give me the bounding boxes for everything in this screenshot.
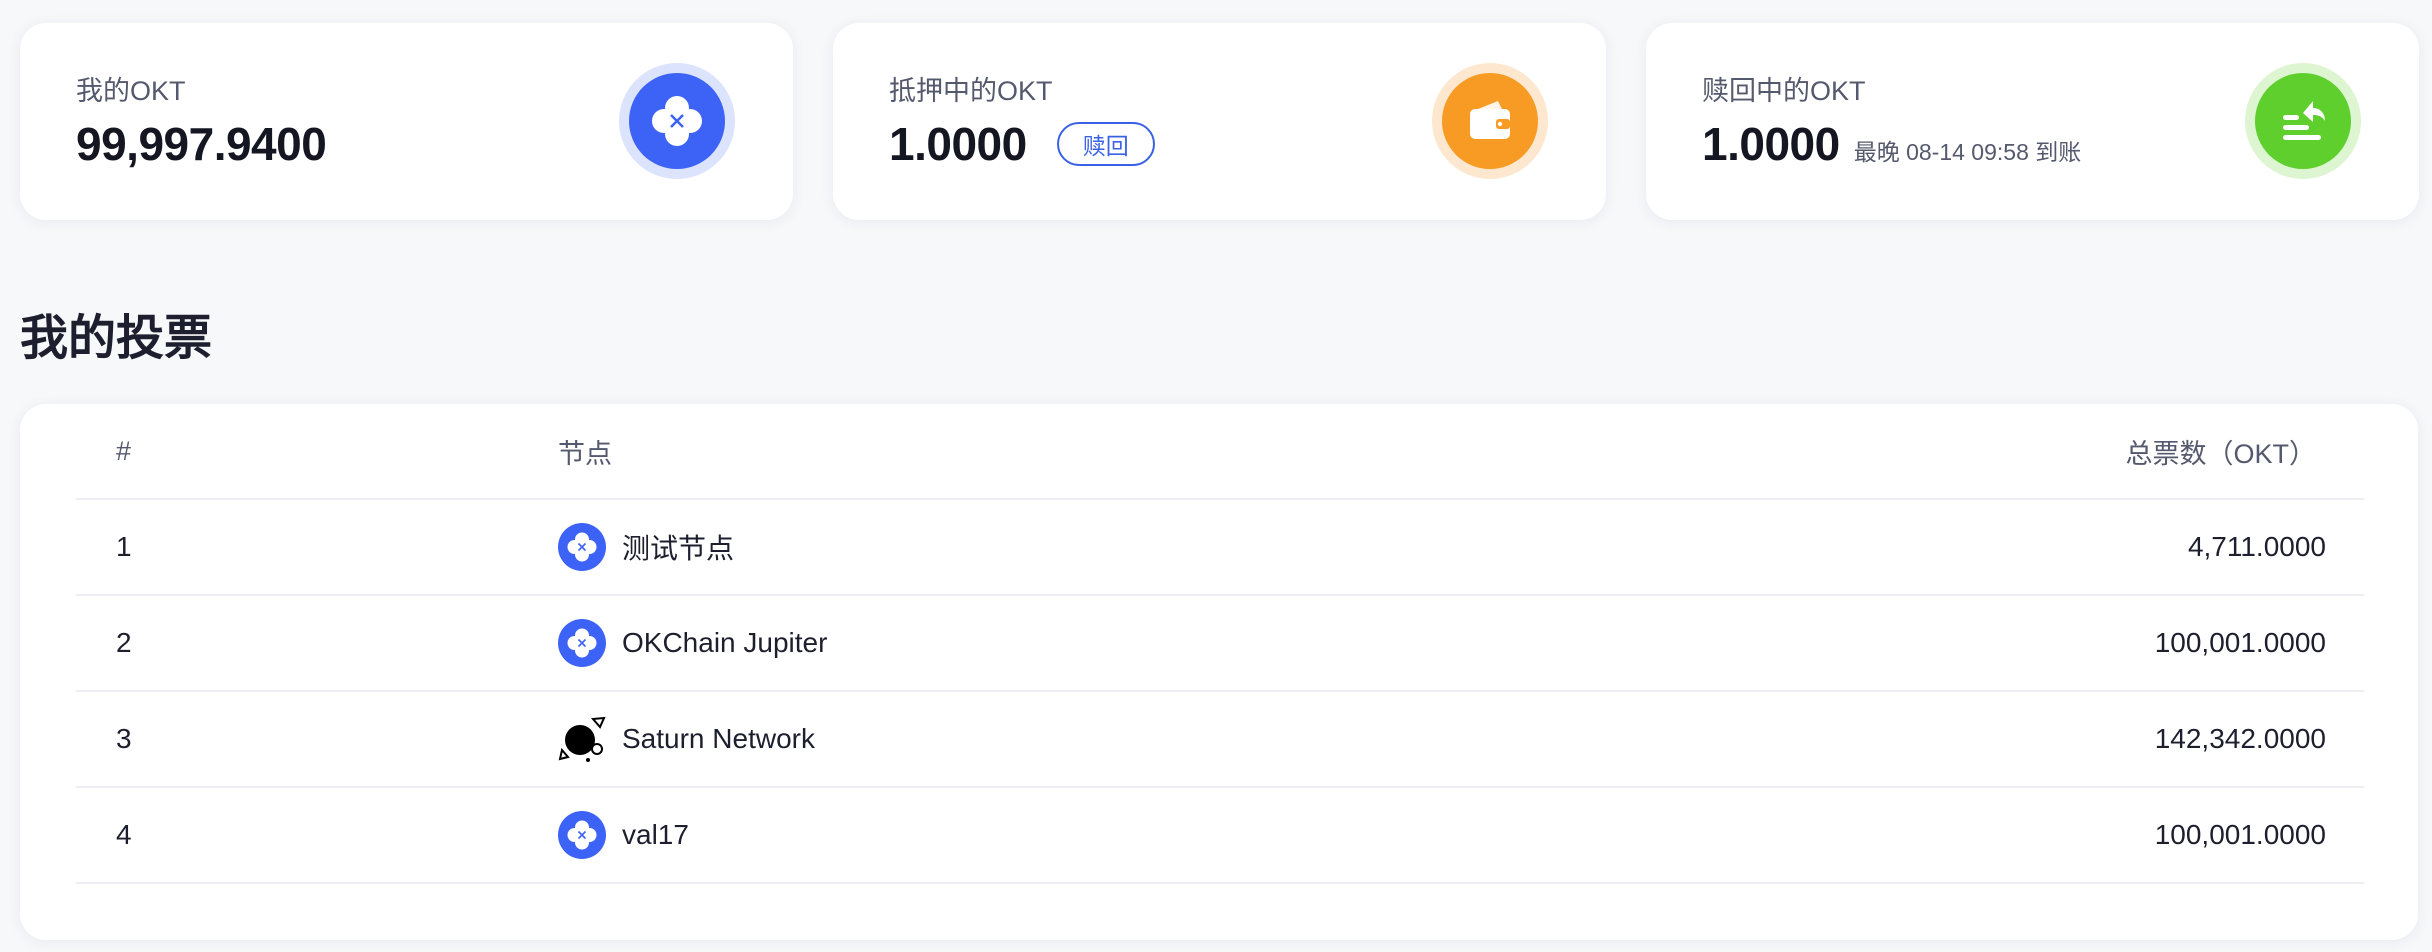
saturn-logo-icon (558, 716, 606, 762)
arrival-time-note: 最晚 08-14 09:58 到账 (1853, 139, 2082, 165)
staked-okt-card: 抵押中的OKT 1.0000 赎回 (833, 23, 1606, 220)
row-index: 2 (116, 627, 132, 658)
column-header-index: # (116, 435, 132, 466)
my-okt-card: 我的OKT 99,997.9400 (20, 23, 793, 220)
column-header-total: 总票数（OKT） (2125, 438, 2316, 469)
node-cell: OKChain Jupiter (558, 596, 827, 690)
total-votes: 4,711.0000 (2187, 531, 2326, 562)
okt-logo-icon (558, 523, 606, 571)
redeeming-okt-value-row: 1.0000 最晚 08-14 09:58 到账 (1702, 117, 2081, 171)
node-name: val17 (622, 819, 689, 850)
table-row[interactable]: 1 测试节点 4,711.0000 (76, 500, 2364, 596)
node-cell: Saturn Network (558, 692, 815, 786)
my-okt-value-row: 99,997.9400 (76, 117, 327, 171)
table-row[interactable]: 2 OKChain Jupiter 100,001.0000 (76, 596, 2364, 692)
okt-logo-icon (558, 619, 606, 667)
node-name: OKChain Jupiter (622, 627, 828, 658)
balance-cards: 我的OKT 99,997.9400 抵押中的OKT 1.0000 赎回 赎回中的… (20, 23, 2419, 220)
redeem-return-icon (2245, 63, 2361, 179)
redeeming-okt-label: 赎回中的OKT (1702, 76, 1866, 106)
my-okt-value: 99,997.9400 (76, 118, 327, 170)
wallet-icon (1432, 63, 1548, 179)
my-votes-title: 我的投票 (20, 312, 213, 365)
total-votes: 100,001.0000 (2154, 819, 2326, 850)
column-header-node: 节点 (558, 438, 612, 469)
redeeming-okt-card: 赎回中的OKT 1.0000 最晚 08-14 09:58 到账 (1646, 23, 2419, 220)
table-header: # 节点 总票数（OKT） (76, 404, 2364, 500)
staked-okt-value-row: 1.0000 赎回 (889, 117, 1155, 171)
votes-table: # 节点 总票数（OKT） 1 测试节点 4,711.0000 2 OKChai… (76, 404, 2364, 884)
total-votes: 142,342.0000 (2154, 723, 2326, 754)
redeeming-okt-value: 1.0000 (1702, 118, 1840, 170)
my-okt-label: 我的OKT (76, 76, 186, 106)
table-row[interactable]: 3 Saturn Network 142,342.0000 (76, 692, 2364, 788)
node-cell: 测试节点 (558, 500, 734, 594)
row-index: 4 (116, 819, 132, 850)
node-name: 测试节点 (622, 533, 735, 564)
total-votes: 100,001.0000 (2154, 627, 2326, 658)
okt-logo-icon (558, 811, 606, 859)
staked-okt-label: 抵押中的OKT (889, 76, 1053, 106)
node-cell: val17 (558, 788, 689, 882)
votes-table-card: # 节点 总票数（OKT） 1 测试节点 4,711.0000 2 OKChai… (20, 404, 2418, 940)
okt-logo-icon (619, 63, 735, 179)
row-index: 3 (116, 723, 132, 754)
redeem-button[interactable]: 赎回 (1056, 122, 1155, 166)
node-name: Saturn Network (622, 723, 815, 754)
staked-okt-value: 1.0000 (889, 118, 1027, 170)
table-row[interactable]: 4 val17 100,001.0000 (76, 788, 2364, 884)
row-index: 1 (116, 531, 132, 562)
